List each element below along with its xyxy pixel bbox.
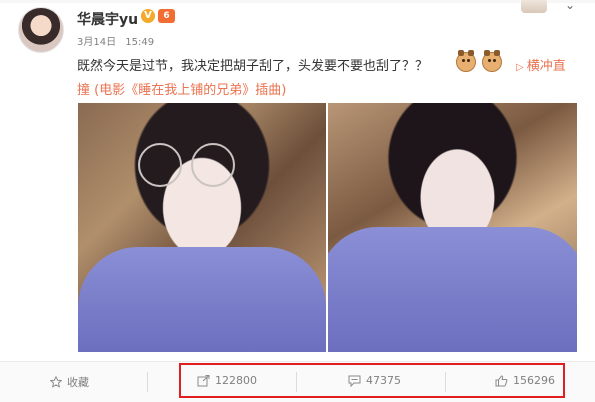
vip-badge-icon[interactable]: 6 xyxy=(158,9,175,23)
highlight-box xyxy=(179,363,565,398)
username[interactable]: 华晨宇yu xyxy=(77,9,138,29)
play-triangle-icon: ▷ xyxy=(516,62,524,73)
glasses-detail xyxy=(138,143,182,187)
dog-emoji-icon xyxy=(482,50,502,72)
favorite-button[interactable]: 收藏 xyxy=(50,374,89,390)
post-text-line1: 既然今天是过节，我决定把胡子刮了，头发要不要也刮了？？ xyxy=(77,59,429,74)
photo-detail xyxy=(78,247,326,352)
corner-thumbnail xyxy=(521,0,547,13)
top-strip xyxy=(0,0,595,3)
post-photo-1[interactable] xyxy=(78,103,326,352)
post-date[interactable]: 3月14日 xyxy=(77,37,116,48)
music-link-label: 横冲直 xyxy=(526,59,566,74)
music-link[interactable]: ▷ 横冲直 xyxy=(516,55,566,74)
favorite-label: 收藏 xyxy=(67,376,89,389)
chevron-down-icon[interactable]: ⌄ xyxy=(565,0,575,12)
star-icon xyxy=(50,376,62,388)
glasses-detail xyxy=(191,143,235,187)
divider xyxy=(147,372,148,392)
post-photo-2[interactable] xyxy=(328,103,577,352)
post-meta: 3月14日 15:49 xyxy=(77,33,154,48)
photo-detail xyxy=(328,227,577,352)
verified-badge-icon: V xyxy=(141,9,155,23)
music-link-continued[interactable]: 撞 (电影《睡在我上铺的兄弟》插曲) xyxy=(77,79,286,98)
avatar[interactable] xyxy=(18,7,64,53)
post-time[interactable]: 15:49 xyxy=(125,37,154,48)
dog-emoji-icon xyxy=(456,50,476,72)
